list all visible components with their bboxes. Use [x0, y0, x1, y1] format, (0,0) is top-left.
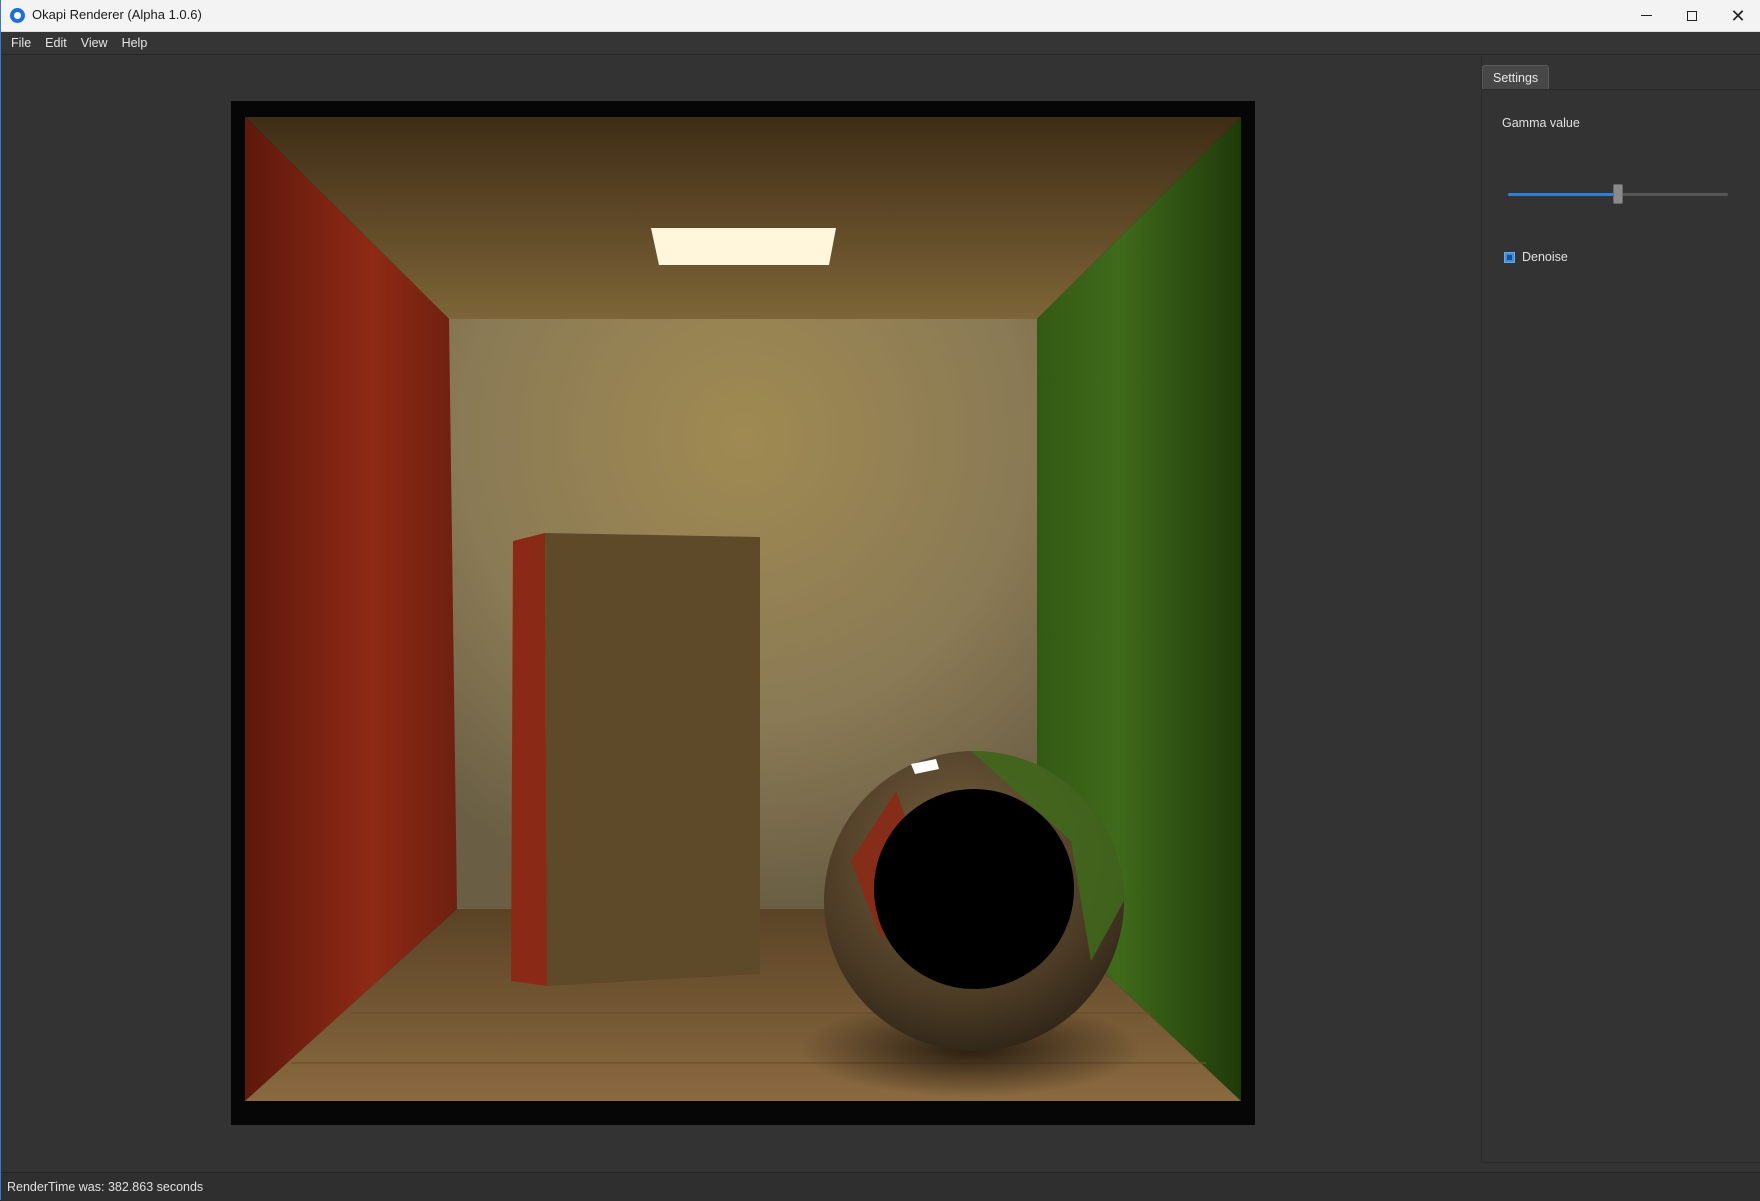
window-title: Okapi Renderer (Alpha 1.0.6): [32, 7, 202, 22]
denoise-checkbox[interactable]: [1504, 251, 1515, 263]
minimize-button[interactable]: [1623, 0, 1669, 31]
render-time-status: RenderTime was: 382.863 seconds: [7, 1180, 204, 1194]
tab-settings[interactable]: Settings: [1482, 65, 1550, 90]
menu-bar: File Edit View Help: [1, 32, 1760, 55]
app-window: Okapi Renderer (Alpha 1.0.6) ✕ File Edit…: [0, 0, 1760, 1201]
menu-help[interactable]: Help: [115, 32, 155, 54]
minimize-icon: [1640, 15, 1652, 16]
gamma-slider-fill: [1508, 193, 1618, 196]
settings-panel: Settings Gamma value Denoise: [1481, 55, 1760, 1163]
close-icon: ✕: [1730, 5, 1746, 26]
menu-file[interactable]: File: [4, 32, 38, 54]
gamma-slider[interactable]: [1508, 184, 1728, 204]
rendered-image: [231, 101, 1255, 1125]
settings-body: Gamma value Denoise: [1482, 90, 1760, 1163]
maximize-icon: [1687, 10, 1697, 21]
denoise-label: Denoise: [1522, 250, 1568, 264]
cornell-box-render: [245, 117, 1241, 1101]
gamma-slider-handle[interactable]: [1613, 184, 1623, 204]
maximize-button[interactable]: [1669, 0, 1715, 31]
menu-view[interactable]: View: [74, 32, 115, 54]
denoise-option[interactable]: Denoise: [1504, 250, 1568, 264]
render-viewport: [2, 55, 1480, 1172]
status-bar: RenderTime was: 382.863 seconds: [1, 1172, 1760, 1201]
app-logo-icon: [10, 8, 25, 23]
gamma-label: Gamma value: [1502, 116, 1580, 130]
menu-edit[interactable]: Edit: [38, 32, 74, 54]
title-bar[interactable]: Okapi Renderer (Alpha 1.0.6) ✕: [1, 0, 1760, 32]
close-button[interactable]: ✕: [1715, 0, 1760, 31]
